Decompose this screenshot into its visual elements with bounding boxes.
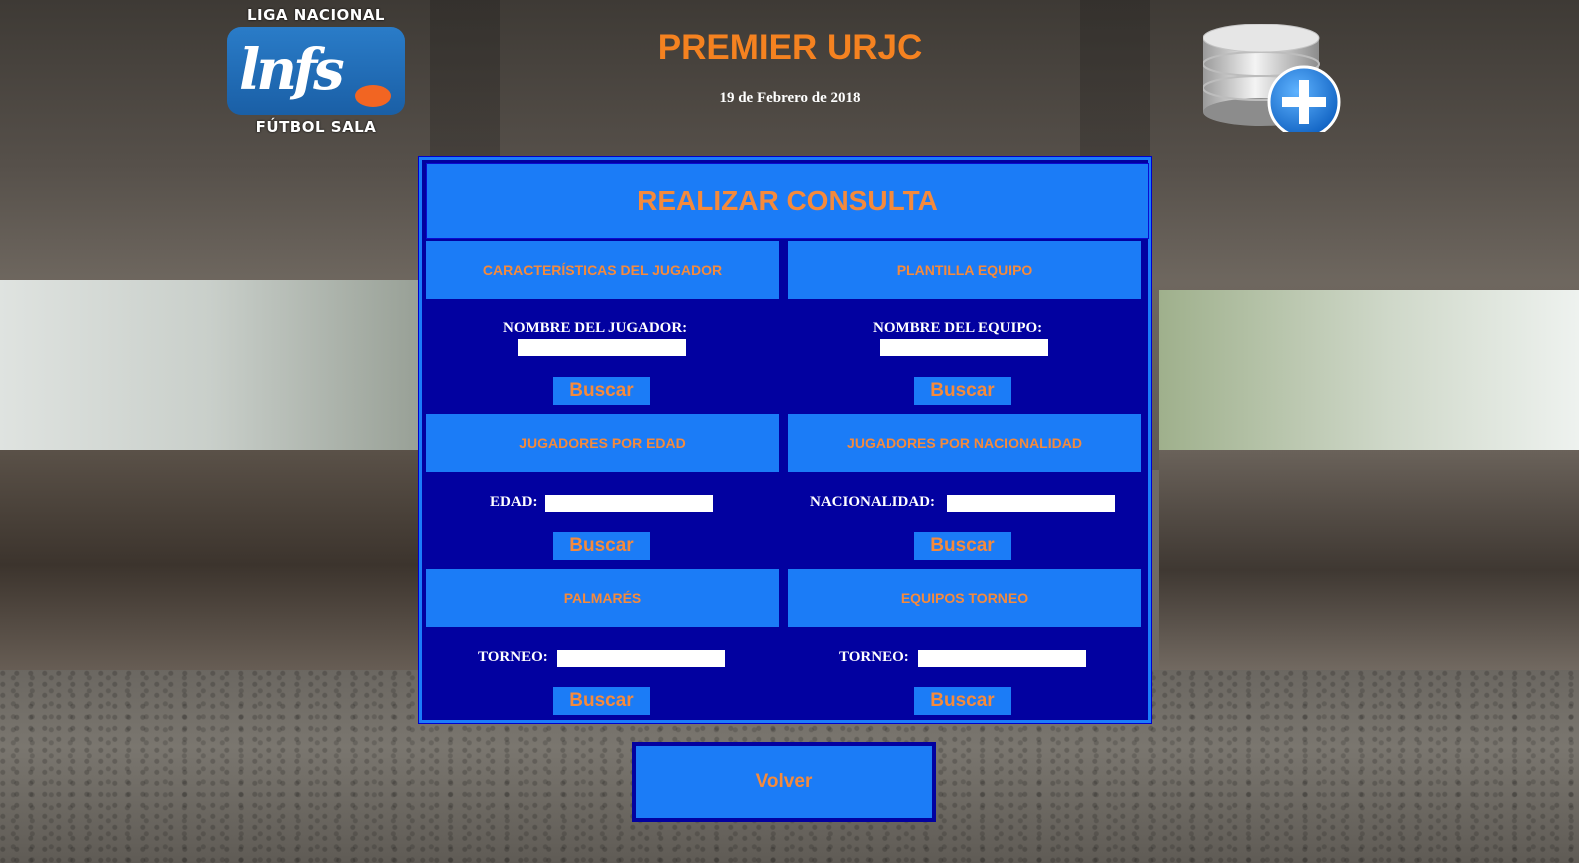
logo-top-text: LIGA NACIONAL [246, 6, 385, 24]
section-tournament-teams: EQUIPOS TORNEO [788, 569, 1141, 627]
logo-bottom-text: FÚTBOL SALA [255, 118, 377, 136]
background-right-opening [1159, 290, 1579, 470]
search-honours-button[interactable]: Buscar [553, 687, 650, 715]
query-panel: REALIZAR CONSULTA CARACTERÍSTICAS DEL JU… [418, 156, 1152, 724]
search-age-button[interactable]: Buscar [553, 532, 650, 560]
player-name-input[interactable] [518, 339, 686, 356]
nationality-input[interactable] [947, 495, 1115, 512]
panel-title: REALIZAR CONSULTA [426, 163, 1149, 239]
search-tournament-teams-button[interactable]: Buscar [914, 687, 1011, 715]
background-left-opening [0, 280, 420, 470]
honours-tournament-input[interactable] [557, 650, 725, 667]
section-players-by-nationality: JUGADORES POR NACIONALIDAD [788, 414, 1141, 472]
search-player-button[interactable]: Buscar [553, 377, 650, 405]
search-nationality-button[interactable]: Buscar [914, 532, 1011, 560]
logo-badge: lnfs [227, 27, 405, 115]
nationality-label: NACIONALIDAD: [810, 494, 936, 510]
search-team-button[interactable]: Buscar [914, 377, 1011, 405]
back-button[interactable]: Volver [632, 742, 936, 822]
section-player-characteristics: CARACTERÍSTICAS DEL JUGADOR [426, 241, 779, 299]
page-date: 19 de Febrero de 2018 [719, 90, 861, 106]
teams-tournament-label: TORNEO: [839, 649, 909, 665]
database-add-icon[interactable] [1202, 23, 1343, 139]
section-honours: PALMARÉS [426, 569, 779, 627]
logo-mark: lnfs [239, 37, 345, 103]
section-team-roster: PLANTILLA EQUIPO [788, 241, 1141, 299]
age-input[interactable] [545, 495, 713, 512]
background-right-tunnel [1159, 450, 1579, 690]
league-logo: LIGA NACIONAL lnfs FÚTBOL SALA [226, 6, 406, 136]
section-players-by-age: JUGADORES POR EDAD [426, 414, 779, 472]
honours-tournament-label: TORNEO: [478, 649, 548, 665]
team-name-input[interactable] [880, 339, 1048, 356]
player-name-label: NOMBRE DEL JUGADOR: [503, 320, 688, 336]
teams-tournament-input[interactable] [918, 650, 1086, 667]
background-left-tunnel [0, 450, 420, 680]
age-label: EDAD: [490, 494, 538, 510]
team-name-label: NOMBRE DEL EQUIPO: [873, 320, 1043, 336]
page-title: PREMIER URJC [657, 28, 923, 67]
logo-dot [355, 85, 391, 107]
